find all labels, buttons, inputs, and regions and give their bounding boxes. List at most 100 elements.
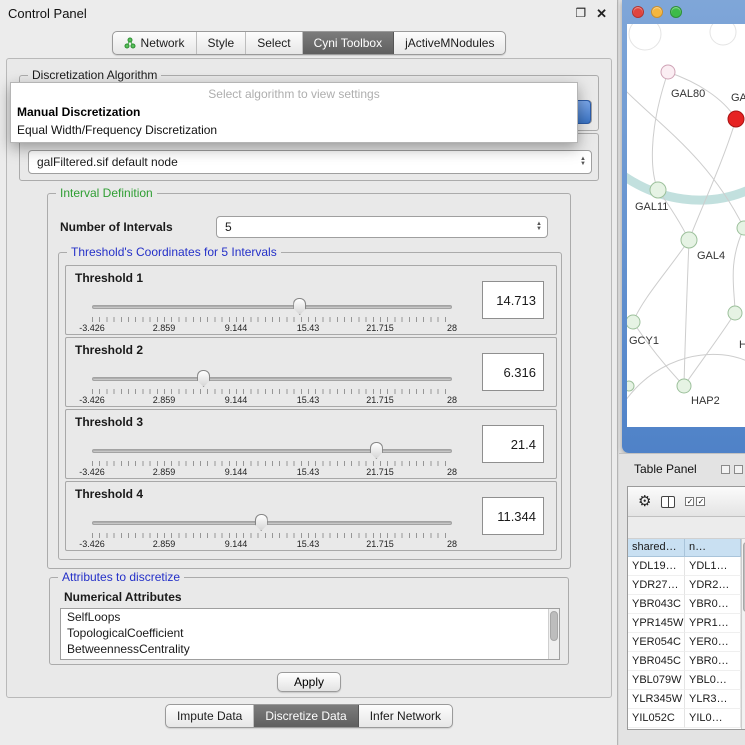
slider-track[interactable] — [92, 377, 452, 381]
table-row[interactable]: YPR145W YPR1… — [628, 614, 741, 633]
cell[interactable]: YBR0… — [685, 595, 741, 614]
column-header-shared-name[interactable]: shared… — [628, 539, 685, 557]
threshold-value-field[interactable]: 11.344 — [482, 497, 544, 535]
table-row[interactable]: YBR043C YBR0… — [628, 595, 741, 614]
background-ring — [629, 24, 661, 50]
cell[interactable]: YLR3… — [685, 690, 741, 709]
cell[interactable]: YBL0… — [685, 671, 741, 690]
edge[interactable] — [633, 322, 684, 386]
cell[interactable]: YER0… — [685, 633, 741, 652]
node-small-left[interactable] — [627, 381, 634, 391]
tab-jactivemnodules[interactable]: jActiveMNodules — [394, 32, 505, 54]
slider-track[interactable] — [92, 521, 452, 525]
list-item[interactable]: TopologicalCoefficient — [61, 625, 559, 641]
tab-infer-network[interactable]: Infer Network — [359, 705, 452, 727]
cell[interactable]: YIL0… — [685, 709, 741, 728]
cell[interactable]: YDL1… — [685, 557, 741, 576]
cell[interactable]: YIL052C — [628, 709, 685, 728]
gear-icon[interactable]: ⚙ — [638, 494, 651, 509]
table-row[interactable]: YIL052C YIL0… — [628, 709, 741, 728]
table-row[interactable]: YDR27… YDR2… — [628, 576, 741, 595]
cell[interactable]: YER054C — [628, 633, 685, 652]
slider-track[interactable] — [92, 305, 452, 309]
slider-track[interactable] — [92, 449, 452, 453]
traffic-light-minimize-button[interactable] — [651, 6, 663, 18]
cell[interactable]: YPR145W — [628, 614, 685, 633]
list-scrollbar[interactable] — [548, 609, 559, 659]
apply-button[interactable]: Apply — [277, 672, 341, 692]
edge[interactable] — [633, 240, 689, 322]
traffic-light-zoom-button[interactable] — [670, 6, 682, 18]
scale-label: 28 — [447, 395, 457, 405]
number-of-intervals-select[interactable]: 5 ▲▼ — [216, 216, 548, 238]
cell[interactable]: YPR1… — [685, 614, 741, 633]
node-gal4[interactable] — [681, 232, 697, 248]
list-item[interactable]: BetweennessCentrality — [61, 641, 559, 657]
cyni-toolbox-panel: Discretization Algorithm Table Data galF… — [6, 58, 612, 698]
table-row[interactable]: YBR045C YBR0… — [628, 652, 741, 671]
float-window-icon[interactable]: ❐ — [575, 7, 586, 19]
edge[interactable] — [689, 119, 736, 240]
float-panel-icon[interactable] — [721, 465, 730, 474]
edge[interactable] — [652, 72, 668, 190]
scale-label: 28 — [447, 323, 457, 333]
tab-label: Infer Network — [370, 709, 441, 723]
scrollbar-thumb[interactable] — [550, 611, 558, 641]
threshold-label: Threshold 2 — [75, 343, 143, 357]
table-row[interactable]: YBL079W YBL0… — [628, 671, 741, 690]
cell[interactable]: YDR2… — [685, 576, 741, 595]
table-row[interactable]: YER054C YER0… — [628, 633, 741, 652]
tab-style[interactable]: Style — [197, 32, 247, 54]
node-label: GAL80 — [671, 88, 705, 100]
slider-thumb[interactable] — [197, 370, 210, 387]
cell[interactable]: YBR043C — [628, 595, 685, 614]
scale-label: 21.715 — [366, 467, 394, 477]
table-data-select[interactable]: galFiltered.sif default node ▲▼ — [28, 150, 592, 174]
node-gal11[interactable] — [650, 182, 666, 198]
tab-discretize-data[interactable]: Discretize Data — [254, 705, 358, 727]
list-item[interactable]: SelfLoops — [61, 609, 559, 625]
edge[interactable] — [684, 240, 689, 386]
threshold-value-field[interactable]: 21.4 — [482, 425, 544, 463]
cell[interactable]: YLR345W — [628, 690, 685, 709]
edge[interactable] — [733, 228, 744, 313]
table-row[interactable]: YLR345W YLR3… — [628, 690, 741, 709]
cell[interactable]: YDR27… — [628, 576, 685, 595]
node-clipped-right[interactable] — [737, 221, 745, 235]
slider-thumb[interactable] — [370, 442, 383, 459]
tab-impute-data[interactable]: Impute Data — [166, 705, 254, 727]
column-header-name[interactable]: n… — [685, 539, 741, 557]
traffic-light-close-button[interactable] — [632, 6, 644, 18]
close-panel-icon[interactable] — [734, 465, 743, 474]
cell[interactable]: YBL079W — [628, 671, 685, 690]
table-row[interactable]: YDL19… YDL1… — [628, 557, 741, 576]
cell[interactable]: YBR045C — [628, 652, 685, 671]
dropdown-option-equal-width-frequency[interactable]: Equal Width/Frequency Discretization — [11, 121, 577, 139]
thick-edge[interactable] — [627, 174, 745, 200]
tab-select[interactable]: Select — [246, 32, 302, 54]
tab-cyni-toolbox[interactable]: Cyni Toolbox — [303, 32, 394, 54]
cell[interactable]: YBR0… — [685, 652, 741, 671]
cell[interactable]: YDL19… — [628, 557, 685, 576]
dropdown-option-manual-discretization[interactable]: Manual Discretization — [11, 103, 577, 121]
node-hap2[interactable] — [677, 379, 691, 393]
node-gcy1[interactable] — [627, 315, 640, 329]
edge[interactable] — [684, 313, 735, 386]
dropdown-placeholder-option[interactable]: Select algorithm to view settings — [11, 85, 577, 103]
node-selected-red[interactable] — [728, 111, 744, 127]
threshold-value-field[interactable]: 14.713 — [482, 281, 544, 319]
close-icon[interactable]: ✕ — [596, 7, 607, 20]
network-canvas[interactable]: GAL80 GA GAL11 GAL4 GCY1 H HAP2 — [627, 24, 745, 427]
table-scrollbar[interactable] — [741, 539, 745, 729]
tab-network[interactable]: Network — [113, 32, 197, 54]
columns-icon[interactable] — [661, 496, 675, 508]
node-h-clipped[interactable] — [728, 306, 742, 320]
slider-thumb[interactable] — [293, 298, 306, 315]
node-gal80[interactable] — [661, 65, 675, 79]
numerical-attributes-label: Numerical Attributes — [64, 590, 182, 604]
select-columns-icon[interactable]: ✓ ✓ — [685, 497, 705, 506]
threshold-value-field[interactable]: 6.316 — [482, 353, 544, 391]
slider-thumb[interactable] — [255, 514, 268, 531]
slider-ticks — [92, 389, 452, 394]
slider-scale: -3.426 2.859 9.144 15.43 21.715 28 — [92, 395, 452, 405]
